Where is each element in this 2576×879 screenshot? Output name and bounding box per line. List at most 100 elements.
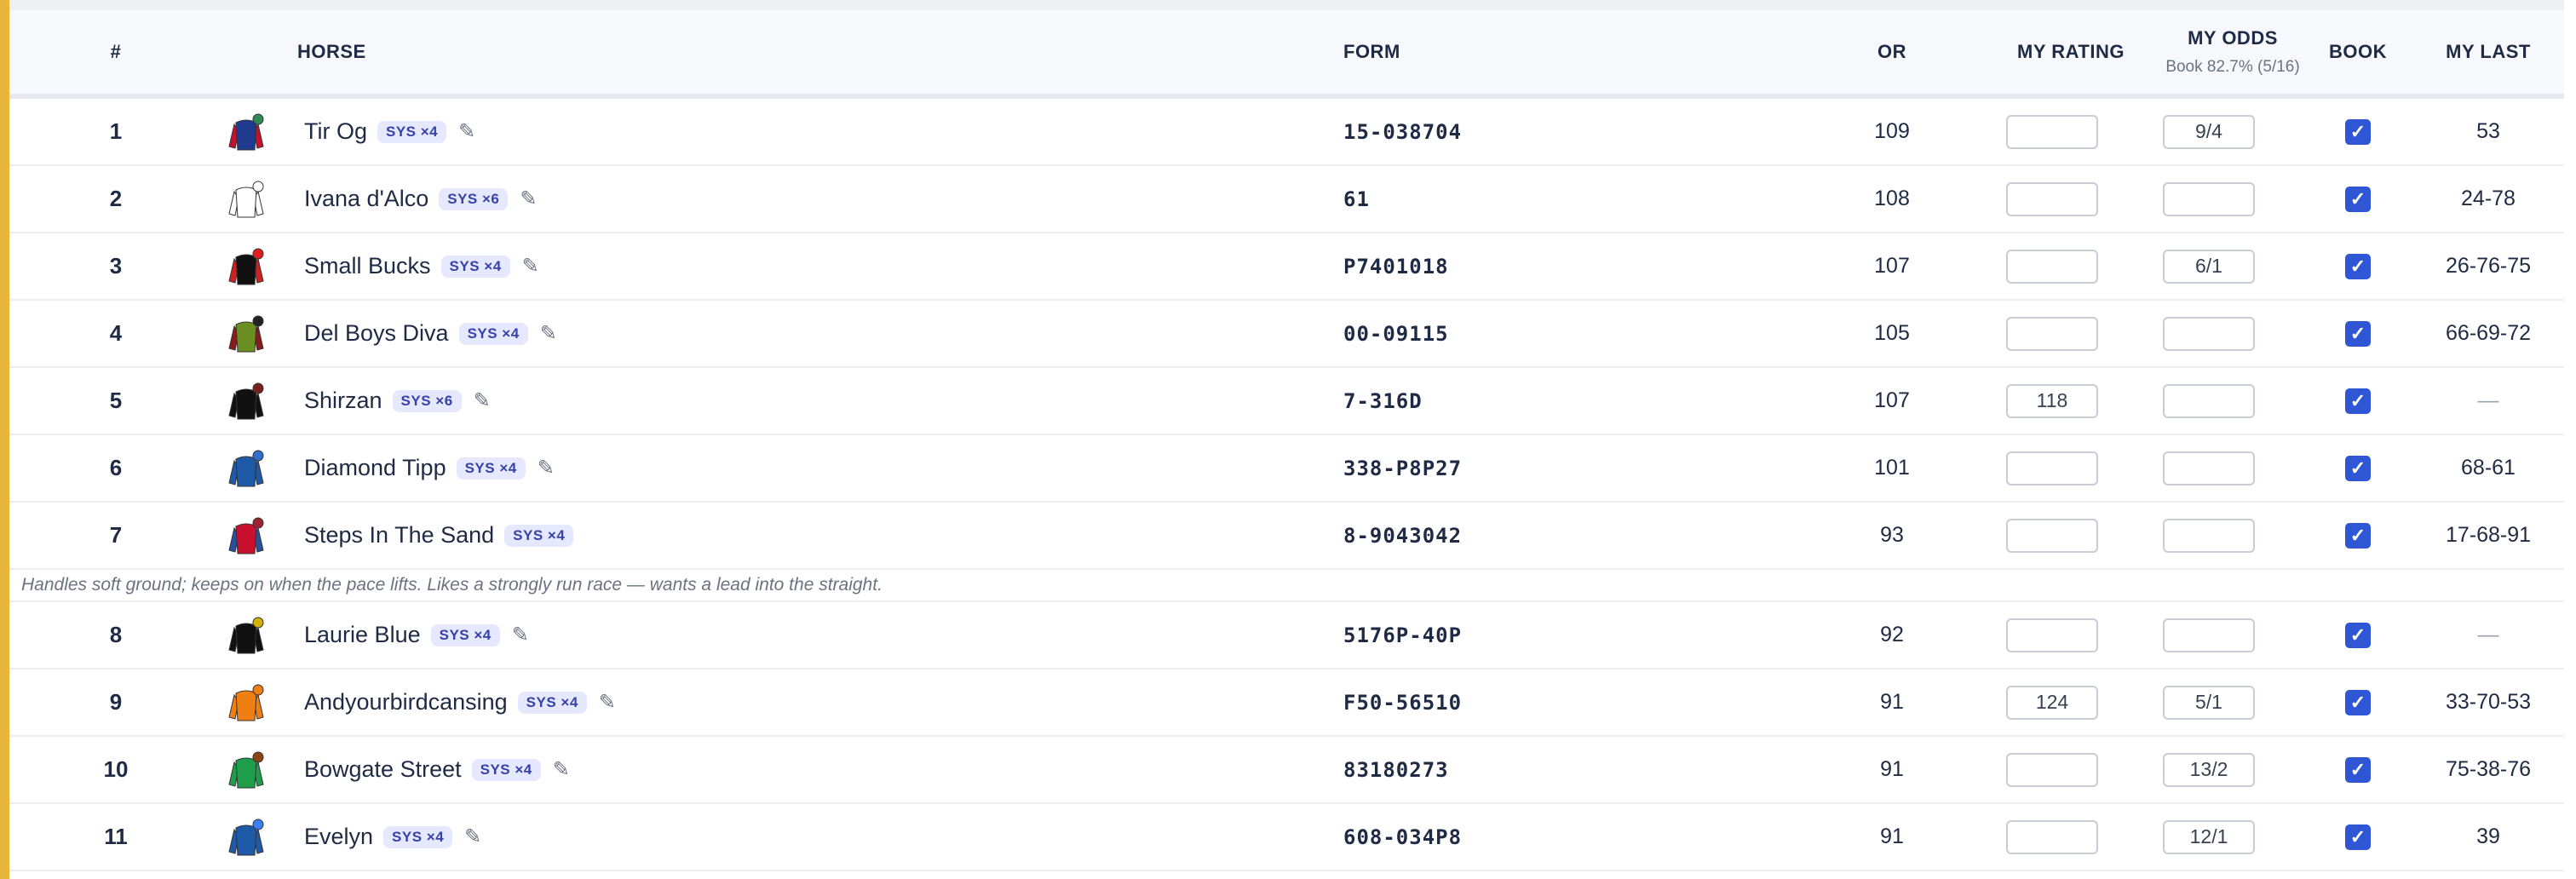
jockey-silk-icon [225,669,267,735]
horse-name[interactable]: Ivana d'Alco [304,186,428,212]
sys-badge[interactable]: SYS ×4 [456,457,526,480]
form-figures: 8-9043042 [1343,523,1463,548]
edit-note-icon[interactable]: ✎ [520,187,537,211]
header-form[interactable]: FORM [1343,10,1446,94]
my-rating-input[interactable] [2006,316,2098,351]
official-rating: 91 [1880,757,1904,781]
my-last-value: — [2477,388,2499,412]
my-odds-input[interactable]: 6/1 [2163,249,2255,284]
my-rating-input[interactable] [2006,819,2098,854]
book-checkbox[interactable]: ✓ [2345,253,2371,279]
horse-name[interactable]: Shirzan [304,388,382,414]
horse-name[interactable]: Diamond Tipp [304,455,446,481]
table-row[interactable]: 7 Steps In The Sand SYS ×4 8-9043042 93 ✓ 17-6… [9,503,2564,570]
official-rating: 105 [1874,321,1910,345]
table-row[interactable]: 8 Laurie Blue SYS ×4 ✎ 5176P-40P 92 ✓ — [9,602,2564,669]
horse-name[interactable]: Small Bucks [304,253,431,279]
horse-name[interactable]: Laurie Blue [304,622,421,648]
form-figures: 7-316D [1343,388,1423,413]
sys-badge[interactable]: SYS ×6 [439,187,509,210]
horse-name[interactable]: Steps In The Sand [304,522,494,549]
table-row[interactable]: 6 Diamond Tipp SYS ×4 ✎ 338-P8P27 101 ✓ 68-61 [9,435,2564,503]
book-checkbox[interactable]: ✓ [2345,118,2371,145]
edit-note-icon[interactable]: ✎ [512,623,529,647]
official-rating: 93 [1880,523,1904,547]
header-number[interactable]: # [9,10,222,94]
my-rating-input[interactable] [2006,752,2098,787]
sys-badge[interactable]: SYS ×4 [377,120,447,143]
my-rating-input[interactable] [2006,518,2098,553]
sys-badge[interactable]: SYS ×4 [440,255,510,278]
table-row[interactable]: 3 Small Bucks SYS ×4 ✎ P7401018 107 6/1 ✓ 26-76-… [9,233,2564,301]
my-rating-input[interactable] [2006,114,2098,149]
horse-name[interactable]: Tir Og [304,118,367,145]
horse-name[interactable]: Del Boys Diva [304,320,449,347]
horse-cell: Del Boys Diva SYS ×4 ✎ [304,301,557,366]
edit-note-icon[interactable]: ✎ [464,824,481,849]
header-my-last[interactable]: MY LAST [2412,10,2565,94]
header-book[interactable]: BOOK [2320,10,2396,94]
sys-badge[interactable]: SYS ×4 [517,691,587,714]
sys-badge[interactable]: SYS ×4 [504,524,574,547]
edit-note-icon[interactable]: ✎ [599,690,616,715]
edit-note-icon[interactable]: ✎ [540,321,557,346]
book-checkbox[interactable]: ✓ [2345,522,2371,549]
book-checkbox[interactable]: ✓ [2345,824,2371,850]
horse-name[interactable]: Bowgate Street [304,756,462,783]
sys-badge[interactable]: SYS ×4 [430,623,500,646]
table-row[interactable]: 9 Andyourbirdcansing SYS ×4 ✎ F50-56510 91 124… [9,669,2564,737]
my-odds-input[interactable]: 13/2 [2163,752,2255,787]
header-or[interactable]: OR [1858,10,1926,94]
runners-table: # HORSE FORM OR MY RATING MY ODDS Book 8… [9,0,2564,879]
book-checkbox[interactable]: ✓ [2345,320,2371,347]
my-odds-input[interactable] [2163,316,2255,351]
my-odds-input[interactable]: 12/1 [2163,819,2255,854]
sys-badge[interactable]: SYS ×4 [383,825,453,848]
table-row[interactable]: 10 Bowgate Street SYS ×4 ✎ 83180273 91 13/2 ✓ 75… [9,737,2564,804]
my-odds-input[interactable]: 9/4 [2163,114,2255,149]
table-row[interactable]: 1 Tir Og SYS ×4 ✎ 15-038704 109 9/4 ✓ 53 [9,99,2564,166]
my-rating-input[interactable] [2006,618,2098,652]
book-checkbox[interactable]: ✓ [2345,455,2371,481]
book-checkbox[interactable]: ✓ [2345,388,2371,414]
my-rating-input[interactable]: 124 [2006,685,2098,720]
my-last-value: 24-78 [2461,187,2516,210]
book-checkbox[interactable]: ✓ [2345,622,2371,648]
my-rating-input[interactable] [2006,451,2098,485]
table-row[interactable]: 5 Shirzan SYS ×6 ✎ 7-316D 107 118 ✓ — [9,368,2564,435]
jockey-silk-icon [225,368,267,434]
book-checkbox[interactable]: ✓ [2345,756,2371,783]
header-horse[interactable]: HORSE [297,10,400,94]
horse-cell: Laurie Blue SYS ×4 ✎ [304,602,529,668]
my-odds-input[interactable] [2163,618,2255,652]
edit-note-icon[interactable]: ✎ [538,456,555,480]
edit-note-icon[interactable]: ✎ [458,119,475,144]
form-figures: 15-038704 [1343,119,1463,144]
my-rating-input[interactable] [2006,181,2098,216]
edit-note-icon[interactable]: ✎ [522,254,539,279]
horse-name[interactable]: Andyourbirdcansing [304,689,508,715]
book-checkbox[interactable]: ✓ [2345,689,2371,715]
horse-name[interactable]: Evelyn [304,824,373,850]
header-my-rating[interactable]: MY RATING [1994,10,2148,94]
my-odds-input[interactable] [2163,451,2255,485]
sys-badge[interactable]: SYS ×6 [392,389,462,412]
my-rating-input[interactable]: 118 [2006,383,2098,418]
sys-badge[interactable]: SYS ×4 [458,322,528,345]
table-row[interactable]: 4 Del Boys Diva SYS ×4 ✎ 00-09115 105 ✓ 66-69-7… [9,301,2564,368]
jockey-silk-icon [225,233,267,299]
my-odds-input[interactable]: 5/1 [2163,685,2255,720]
my-rating-input[interactable] [2006,249,2098,284]
book-checkbox[interactable]: ✓ [2345,186,2371,212]
table-row[interactable]: 2 Ivana d'Alco SYS ×6 ✎ 61 108 ✓ 24-78 [9,166,2564,233]
sys-badge[interactable]: SYS ×4 [471,758,541,781]
runner-number: 8 [109,622,123,647]
runner-number: 2 [109,186,123,211]
my-odds-input[interactable] [2163,181,2255,216]
table-row[interactable]: 11 Evelyn SYS ×4 ✎ 608-034P8 91 12/1 ✓ 39 [9,804,2564,871]
header-my-odds[interactable]: MY ODDS Book 82.7% (5/16) [2139,10,2326,94]
my-odds-input[interactable] [2163,383,2255,418]
edit-note-icon[interactable]: ✎ [553,757,570,782]
my-odds-input[interactable] [2163,518,2255,553]
edit-note-icon[interactable]: ✎ [474,388,491,413]
